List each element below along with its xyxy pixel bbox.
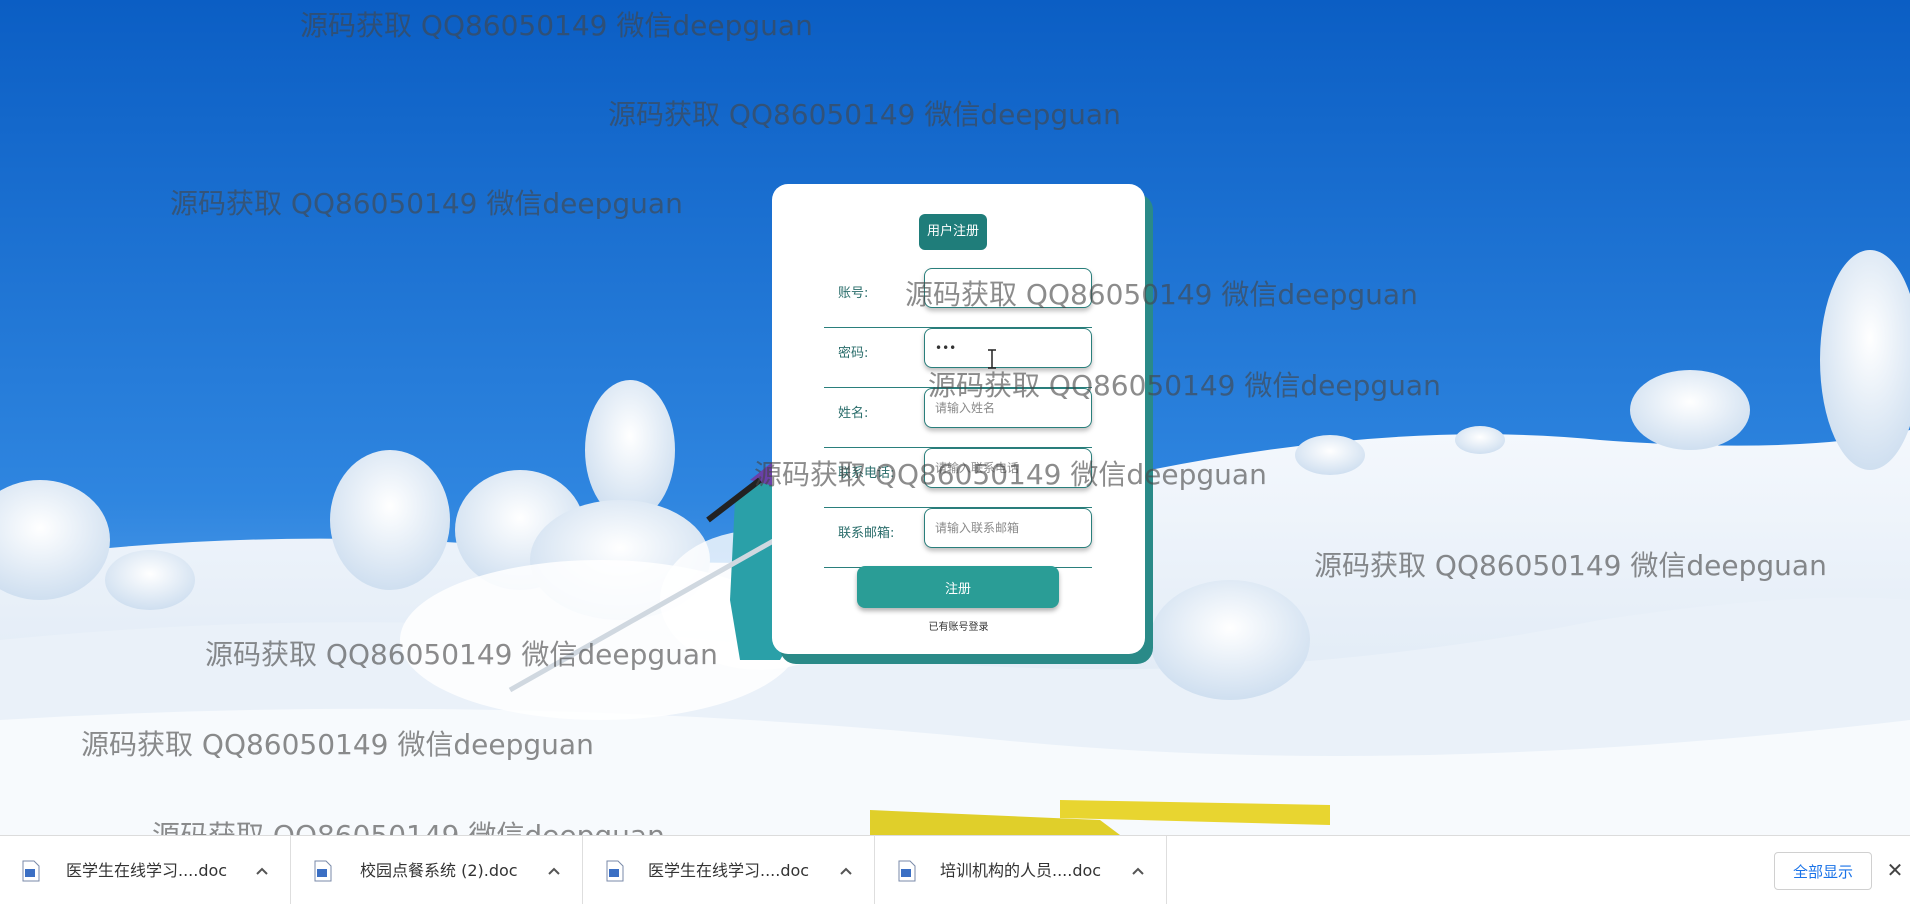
name-label: 姓名: <box>838 406 869 421</box>
chevron-up-icon[interactable] <box>544 860 564 882</box>
close-icon[interactable]: ✕ <box>1884 858 1906 882</box>
chevron-up-icon[interactable] <box>836 860 856 882</box>
chevron-up-icon[interactable] <box>1128 860 1148 882</box>
phone-input[interactable] <box>924 448 1092 488</box>
download-item[interactable]: 校园点餐系统 (2).doc <box>292 836 583 904</box>
register-button[interactable]: 注册 <box>857 566 1059 608</box>
word-doc-icon <box>314 860 332 882</box>
word-doc-icon <box>898 860 916 882</box>
form-row-phone: 联系电话: <box>824 448 1092 508</box>
download-bar: 医学生在线学习....doc 校园点餐系统 (2).doc 医学生在线学习...… <box>0 835 1910 904</box>
name-input[interactable] <box>924 388 1092 428</box>
chevron-up-icon[interactable] <box>252 860 272 882</box>
register-card: 用户注册 账号: 密码: 姓名: 联系电话: 联系邮箱: 注册 已有账号登录 <box>772 184 1145 654</box>
show-all-button[interactable]: 全部显示 <box>1774 852 1872 890</box>
email-input[interactable] <box>924 508 1092 548</box>
form-row-account: 账号: <box>824 268 1092 328</box>
password-input[interactable] <box>924 328 1092 368</box>
form-row-password: 密码: <box>824 328 1092 388</box>
text-cursor-icon <box>988 349 996 369</box>
download-item[interactable]: 培训机构的人员....doc <box>876 836 1167 904</box>
password-label: 密码: <box>838 346 869 361</box>
account-label: 账号: <box>838 286 869 301</box>
account-input[interactable] <box>924 268 1092 308</box>
download-filename: 医学生在线学习....doc <box>66 861 228 880</box>
login-link[interactable]: 已有账号登录 <box>772 618 1145 633</box>
download-filename: 培训机构的人员....doc <box>940 861 1102 880</box>
email-label: 联系邮箱: <box>838 526 895 541</box>
form-row-email: 联系邮箱: <box>824 508 1092 568</box>
form-row-name: 姓名: <box>824 388 1092 448</box>
download-filename: 校园点餐系统 (2).doc <box>360 861 518 880</box>
word-doc-icon <box>606 860 624 882</box>
download-item[interactable]: 医学生在线学习....doc <box>0 836 291 904</box>
register-title: 用户注册 <box>919 214 988 250</box>
word-doc-icon <box>22 860 40 882</box>
phone-label: 联系电话: <box>838 466 895 481</box>
download-item[interactable]: 医学生在线学习....doc <box>584 836 875 904</box>
download-filename: 医学生在线学习....doc <box>648 861 810 880</box>
